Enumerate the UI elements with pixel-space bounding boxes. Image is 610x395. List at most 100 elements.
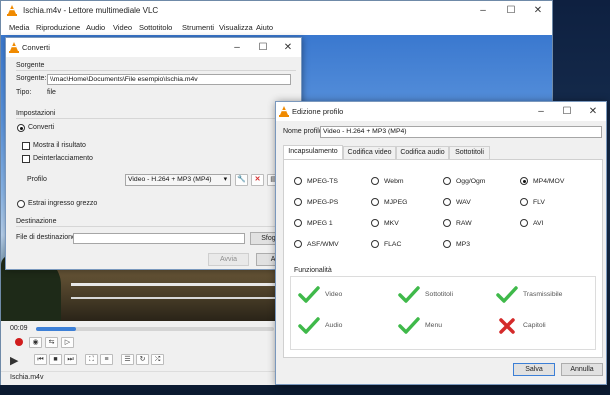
record-icon — [15, 338, 23, 346]
delete-profile-button[interactable]: ✕ — [251, 174, 264, 186]
check-icon — [298, 317, 320, 334]
menu-sottotitolo[interactable]: Sottotitolo — [139, 23, 172, 32]
previous-button[interactable]: ⏮ — [34, 354, 47, 365]
wrench-icon: 🔧 — [237, 176, 246, 183]
play-icon: ▶ — [10, 355, 19, 367]
raw-input-label: Estrai ingresso grezzo — [28, 200, 98, 207]
loop-button[interactable]: ↻ — [136, 354, 149, 365]
chevron-down-icon: ▾ — [223, 176, 227, 183]
option-radio[interactable] — [294, 198, 302, 206]
shuffle-icon: ⤮ — [154, 356, 161, 363]
option-radio[interactable] — [520, 198, 528, 206]
menu-aiuto[interactable]: Aiuto — [256, 23, 273, 32]
option-radio[interactable] — [443, 219, 451, 227]
option-radio[interactable] — [371, 198, 379, 206]
deinterlace-checkbox[interactable] — [22, 155, 30, 163]
tab-incapsulamento[interactable]: Incapsulamento — [283, 145, 343, 159]
option-label: MPEG-TS — [307, 178, 338, 185]
destination-field[interactable] — [73, 233, 245, 244]
option-label: Ogg/Ogm — [456, 178, 486, 185]
profile-edit-dialog: Edizione profilo – ☐ ✕ Nome profilo Vide… — [275, 101, 607, 385]
extended-settings-button[interactable]: ≡ — [100, 354, 113, 365]
option-radio[interactable] — [443, 177, 451, 185]
profile-label: Profilo — [27, 176, 47, 183]
source-section-heading: Sorgente — [16, 62, 45, 69]
profile-maximize-button[interactable]: ☐ — [553, 102, 581, 121]
menu-strumenti[interactable]: Strumenti — [182, 23, 214, 32]
save-button[interactable]: Salva — [513, 363, 555, 376]
vlc-cone-icon — [279, 106, 289, 117]
tab-codifica-video[interactable]: Codifica video — [343, 146, 396, 159]
destination-section-heading: Destinazione — [16, 218, 57, 225]
profile-minimize-button[interactable]: – — [527, 102, 555, 121]
option-label: AVI — [533, 220, 544, 227]
source-label: Sorgente: — [16, 75, 47, 82]
option-label: MJPEG — [384, 199, 408, 206]
option-radio[interactable] — [294, 240, 302, 248]
option-radio[interactable] — [520, 219, 528, 227]
check-icon — [398, 317, 420, 334]
check-icon — [398, 286, 420, 303]
divider — [16, 70, 296, 71]
frame-step-button[interactable]: ▷ — [61, 337, 74, 348]
edit-profile-button[interactable]: 🔧 — [235, 174, 248, 186]
shuffle-button[interactable]: ⤮ — [151, 354, 164, 365]
next-button[interactable]: ⏭ — [64, 354, 77, 365]
show-output-checkbox[interactable] — [22, 142, 30, 150]
menu-audio[interactable]: Audio — [86, 23, 105, 32]
menu-visualizza[interactable]: Visualizza — [219, 23, 253, 32]
profile-name-field[interactable]: Video - H.264 + MP3 (MP4) — [320, 126, 602, 138]
tab-sottotitoli[interactable]: Sottotitoli — [449, 146, 490, 159]
profile-tabs: Incapsulamento Codifica video Codifica a… — [283, 145, 603, 160]
tab-codifica-audio[interactable]: Codifica audio — [396, 146, 449, 159]
previous-icon: ⏮ — [37, 356, 44, 363]
encapsulation-panel: MPEG-TS Webm Ogg/Ogm MP4/MOV MPEG-PS MJP… — [283, 159, 603, 358]
feature-audio-label: Audio — [325, 322, 343, 329]
loop-ab-button[interactable]: ⇆ — [45, 337, 58, 348]
fullscreen-button[interactable]: ⛶ — [85, 354, 98, 365]
option-label: FLV — [533, 199, 545, 206]
record-button[interactable] — [13, 337, 26, 348]
raw-input-radio[interactable] — [17, 200, 25, 208]
feature-video-label: Video — [325, 291, 343, 298]
option-radio[interactable] — [371, 240, 379, 248]
video-railing — [71, 283, 277, 286]
vlc-cone-icon — [7, 5, 17, 16]
vlc-cone-icon — [9, 42, 19, 53]
profile-close-button[interactable]: ✕ — [579, 102, 607, 121]
option-radio[interactable] — [294, 177, 302, 185]
menu-video[interactable]: Video — [113, 23, 132, 32]
delete-icon: ✕ — [254, 176, 261, 183]
convert-minimize-button[interactable]: – — [223, 38, 251, 57]
option-radio[interactable] — [371, 219, 379, 227]
snapshot-button[interactable]: ◉ — [29, 337, 42, 348]
stop-button[interactable]: ■ — [49, 354, 62, 365]
feature-menu-label: Menu — [425, 322, 443, 329]
option-radio-selected[interactable] — [520, 177, 528, 185]
seek-bar[interactable] — [36, 327, 274, 331]
convert-radio[interactable] — [17, 124, 25, 132]
convert-title: Converti — [22, 43, 50, 52]
option-radio[interactable] — [294, 219, 302, 227]
camera-icon: ◉ — [32, 339, 39, 346]
type-value: file — [47, 89, 56, 96]
convert-close-button[interactable]: ✕ — [274, 38, 302, 57]
start-button[interactable]: Avvia — [208, 253, 249, 266]
source-field[interactable]: \\mac\Home\Documents\File esempio\Ischia… — [47, 74, 291, 85]
option-radio[interactable] — [443, 198, 451, 206]
minimize-button[interactable]: – — [469, 1, 497, 21]
profile-dropdown[interactable]: Video - H.264 + MP3 (MP4) ▾ — [125, 174, 231, 186]
menu-media[interactable]: Media — [9, 23, 29, 32]
play-button[interactable]: ▶ — [10, 354, 18, 367]
features-box: Video Sottotitoli Trasmissibile Audio Me… — [290, 276, 596, 350]
close-button[interactable]: ✕ — [524, 1, 552, 21]
show-output-label: Mostra il risultato — [33, 142, 86, 149]
cancel-profile-button[interactable]: Annulla — [561, 363, 603, 376]
option-radio[interactable] — [371, 177, 379, 185]
menu-riproduzione[interactable]: Riproduzione — [36, 23, 80, 32]
maximize-button[interactable]: ☐ — [497, 1, 525, 21]
convert-maximize-button[interactable]: ☐ — [249, 38, 277, 57]
playlist-icon: ☰ — [124, 356, 131, 363]
playlist-button[interactable]: ☰ — [121, 354, 134, 365]
option-radio[interactable] — [443, 240, 451, 248]
